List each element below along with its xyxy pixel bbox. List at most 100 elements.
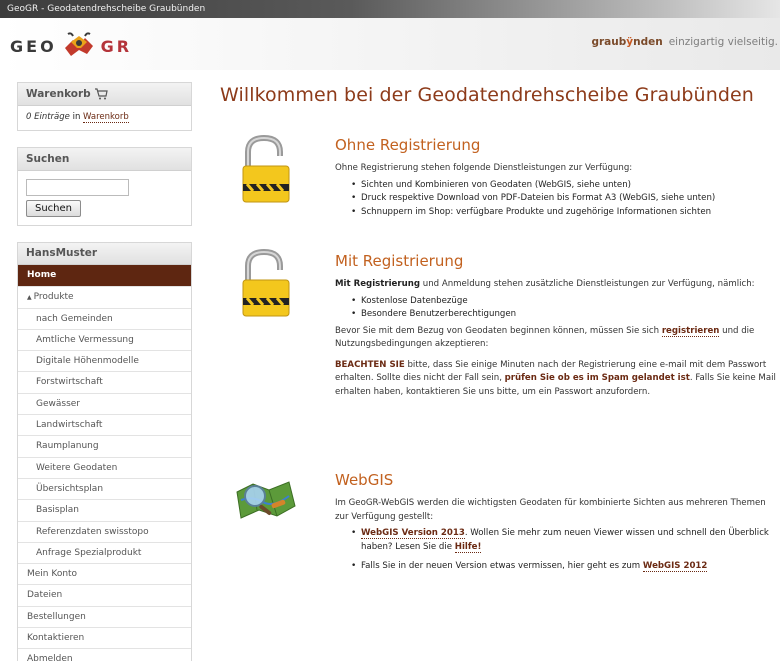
mit-list: Kostenlose Datenbezüge Besondere Benutze… <box>349 295 778 322</box>
ohne-item: Schnuppern im Shop: verfügbare Produkte … <box>349 206 778 220</box>
sidebar-item-label: Gewässer <box>36 398 81 409</box>
sidebar-item-bestellungen[interactable]: Bestellungen <box>18 605 191 627</box>
sidebar-item-label: Raumplanung <box>36 441 99 452</box>
sidebar-item-gewässer[interactable]: Gewässer <box>18 392 191 414</box>
sidebar-item-digitale-höhenmodelle[interactable]: Digitale Höhenmodelle <box>18 350 191 371</box>
section-mit-registrierung: Mit Registrierung Mit Registrierung und … <box>335 252 778 399</box>
sidebar-item-label: Übersichtsplan <box>36 483 104 494</box>
sidebar-item-label: Produkte <box>33 292 74 303</box>
sidebar-item-label: Home <box>27 270 57 280</box>
ohne-list: Sichten und Kombinieren von Geodaten (We… <box>349 179 778 220</box>
sidebar-item-label: Basisplan <box>36 505 80 516</box>
search-header: Suchen <box>18 148 191 171</box>
page-title: Willkommen bei der Geodatendrehscheibe G… <box>220 84 754 106</box>
sidebar-item-label: Landwirtschaft <box>36 420 103 431</box>
webgis-map-icon <box>236 481 296 519</box>
brand-name-post: nden <box>633 36 663 48</box>
mit-item: Besondere Benutzerberechtigungen <box>349 308 778 322</box>
mit-intro: Mit Registrierung und Anmeldung stehen z… <box>335 278 778 292</box>
webgis-2013-link[interactable]: WebGIS Version 2013 <box>361 528 465 539</box>
sidebar-item-forstwirtschaft[interactable]: Forstwirtschaft <box>18 371 191 392</box>
webgis-item2-text: Falls Sie in der neuen Version etwas ver… <box>361 561 643 571</box>
webgis-intro: Im GeoGR-WebGIS werden die wichtigsten G… <box>335 498 766 522</box>
user-name: HansMuster <box>26 247 98 259</box>
ohne-heading: Ohne Registrierung <box>335 136 481 154</box>
search-box: Suchen Suchen <box>17 147 192 226</box>
register-link[interactable]: registrieren <box>661 325 720 337</box>
sidebar-item-amtliche-vermessung[interactable]: Amtliche Vermessung <box>18 328 191 350</box>
sidebar-item-label: Amtliche Vermessung <box>36 334 134 345</box>
search-button[interactable]: Suchen <box>26 200 82 217</box>
sidebar-item-dateien[interactable]: Dateien <box>18 584 191 605</box>
sidebar-item-kontaktieren[interactable]: Kontaktieren <box>18 627 191 648</box>
sidebar: Warenkorb 0 Einträge in Warenkorb Suchen… <box>17 82 192 661</box>
sidebar-item-abmelden[interactable]: Abmelden <box>18 648 191 661</box>
search-title: Suchen <box>26 152 70 165</box>
sidebar-item-label: Forstwirtschaft <box>36 377 103 388</box>
search-content: Suchen <box>18 171 191 225</box>
sidebar-item-produkte[interactable]: ▲ Produkte <box>18 286 191 307</box>
sidebar-item-label: nach Gemeinden <box>36 313 113 324</box>
cart-in-text: in <box>72 112 81 122</box>
cart-count: 0 Einträge <box>26 112 70 122</box>
logo-text-left: GEO <box>10 36 57 56</box>
section-webgis: WebGIS Im GeoGR-WebGIS werden die wichti… <box>335 471 778 577</box>
window-title-bar: GeoGR - Geodatendrehscheibe Graubünden <box>0 0 780 18</box>
sidebar-item-label: Dateien <box>27 590 63 601</box>
sidebar-item-label: Mein Konto <box>27 569 78 580</box>
sidebar-item-referenzdaten-swisstopo[interactable]: Referenzdaten swisstopo <box>18 520 191 542</box>
cart-link[interactable]: Warenkorb <box>83 112 129 123</box>
sidebar-item-label: Anfrage Spezialprodukt <box>36 547 142 558</box>
webgis-item: WebGIS Version 2013. Wollen Sie mehr zum… <box>349 527 778 554</box>
mit-item: Kostenlose Datenbezüge <box>349 295 778 309</box>
sidebar-item-label: Referenzdaten swisstopo <box>36 526 149 537</box>
user-menu: HansMuster Home ▲ Produkte nach Gemeinden Am… <box>17 242 192 661</box>
sidebar-item-übersichtsplan[interactable]: Übersichtsplan <box>18 477 191 499</box>
webgis-2012-link[interactable]: WebGIS 2012 <box>642 561 708 572</box>
mit-register-text-a: Bevor Sie mit dem Bezug von Geodaten beg… <box>335 325 662 336</box>
expand-arrow-icon: ▲ <box>27 294 32 302</box>
sidebar-item-raumplanung[interactable]: Raumplanung <box>18 435 191 456</box>
menu-list: Home ▲ Produkte nach Gemeinden Amtliche Verm… <box>18 265 191 661</box>
ohne-item: Druck respektive Download von PDF-Dateie… <box>349 192 778 206</box>
mit-register-paragraph: Bevor Sie mit dem Bezug von Geodaten beg… <box>335 325 778 352</box>
sidebar-item-nach-gemeinden[interactable]: nach Gemeinden <box>18 307 191 329</box>
help-link[interactable]: Hilfe! <box>454 541 482 553</box>
sidebar-item-label: Weitere Geodaten <box>36 462 118 473</box>
ohne-item: Sichten und Kombinieren von Geodaten (We… <box>349 179 778 193</box>
ohne-intro: Ohne Registrierung stehen folgende Diens… <box>335 163 633 173</box>
note-bold: BEACHTEN SIE <box>335 359 405 370</box>
cart-icon[interactable] <box>94 88 108 100</box>
cart-header: Warenkorb <box>18 83 191 106</box>
sidebar-item-landwirtschaft[interactable]: Landwirtschaft <box>18 414 191 435</box>
main-content: Willkommen bei der Geodatendrehscheibe G… <box>220 84 778 106</box>
note-bold-spam: prüfen Sie ob es im Spam gelandet ist <box>504 373 690 383</box>
sidebar-item-label: Abmelden <box>27 654 73 661</box>
user-menu-header: HansMuster <box>18 242 191 265</box>
mit-intro-rest: und Anmeldung stehen zusätzliche Dienstl… <box>420 279 755 289</box>
padlock-open-icon <box>242 134 290 203</box>
sidebar-item-anfrage-spezialprodukt[interactable]: Anfrage Spezialprodukt <box>18 541 191 563</box>
graubuenden-brand[interactable]: graubÿnden einzigartig vielseitig. <box>591 36 778 48</box>
brand-tagline: einzigartig vielseitig. <box>668 36 778 48</box>
sidebar-item-label: Digitale Höhenmodelle <box>36 356 139 367</box>
sidebar-item-mein-konto[interactable]: Mein Konto <box>18 563 191 584</box>
mit-note-paragraph: BEACHTEN SIE bitte, dass Sie einige Minu… <box>335 359 778 400</box>
cart-box: Warenkorb 0 Einträge in Warenkorb <box>17 82 192 131</box>
webgis-heading: WebGIS <box>335 471 394 489</box>
search-input[interactable] <box>26 179 129 196</box>
window-title: GeoGR - Geodatendrehscheibe Graubünden <box>7 4 206 14</box>
sidebar-item-home[interactable]: Home <box>18 265 191 287</box>
geogr-logo[interactable]: GEO GR <box>10 31 132 61</box>
webgis-item: Falls Sie in der neuen Version etwas ver… <box>349 560 778 574</box>
padlock-open-icon <box>242 248 290 317</box>
cart-title: Warenkorb <box>26 87 91 100</box>
sidebar-item-label: Bestellungen <box>27 611 86 622</box>
sidebar-item-basisplan[interactable]: Basisplan <box>18 499 191 520</box>
logo-ibex-icon <box>64 32 93 56</box>
brand-name-pre: graub <box>591 36 627 48</box>
sidebar-item-weitere-geodaten[interactable]: Weitere Geodaten <box>18 456 191 478</box>
logo-text-right: GR <box>100 36 133 56</box>
site-header: GEO GR graubÿnden einzigartig vielseitig… <box>0 18 780 70</box>
webgis-list: WebGIS Version 2013. Wollen Sie mehr zum… <box>349 527 778 574</box>
